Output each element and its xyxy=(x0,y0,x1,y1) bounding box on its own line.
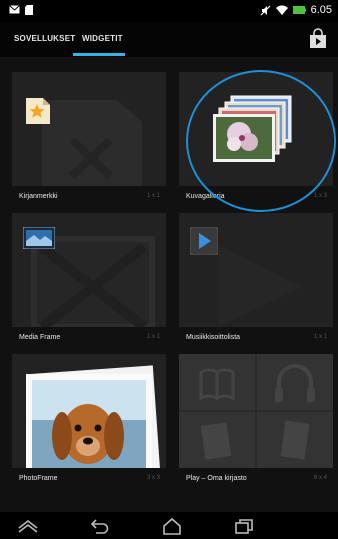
widget-preview xyxy=(179,354,333,468)
widget-preview xyxy=(12,72,166,186)
widget-label: Musiikkisoittolista xyxy=(186,334,241,341)
drawer-header: SOVELLUKSET WIDGETIT xyxy=(0,22,338,57)
widget-label: Kirjanmerkki xyxy=(19,193,58,200)
back-icon[interactable] xyxy=(88,516,112,536)
widget-size: 3 x 3 xyxy=(146,475,160,481)
highlight-circle xyxy=(186,70,336,212)
media-frame-icon xyxy=(23,227,55,249)
widget-photo-frame[interactable]: PhotoFrame 3 x 3 xyxy=(12,354,166,504)
widget-media-frame[interactable]: Media Frame 1 x 1 xyxy=(12,213,166,363)
widget-label: PhotoFrame xyxy=(19,475,58,482)
status-bar: 6.05 xyxy=(0,0,338,22)
bookmark-icon xyxy=(26,98,50,124)
tab-apps[interactable]: SOVELLUKSET xyxy=(14,34,75,43)
widget-size: 1 x 1 xyxy=(146,334,160,340)
widget-play-library[interactable]: Play – Oma kirjasto 6 x 4 xyxy=(179,354,333,504)
tab-selection-indicator xyxy=(73,53,125,56)
tab-widgets[interactable]: WIDGETIT xyxy=(82,34,123,43)
email-icon xyxy=(9,5,20,14)
wifi-icon xyxy=(275,5,288,15)
widget-size: 6 x 4 xyxy=(313,475,327,481)
sd-card-icon xyxy=(25,5,33,15)
play-library-icon xyxy=(179,354,333,468)
widget-size: 1 x 1 xyxy=(146,193,160,199)
widget-bookmark[interactable]: Kirjanmerkki 1 x 1 xyxy=(12,72,166,222)
home-icon[interactable] xyxy=(160,516,184,536)
widget-label: Media Frame xyxy=(19,334,61,341)
widget-preview xyxy=(12,354,166,468)
recent-apps-icon[interactable] xyxy=(232,516,256,536)
widget-music-playlist[interactable]: Musiikkisoittolista 1 x 1 xyxy=(179,213,333,363)
photo-frame-icon xyxy=(12,354,166,468)
clock: 6.05 xyxy=(310,4,332,16)
widget-size: 1 x 1 xyxy=(313,334,327,340)
widget-size: 1 x 3 xyxy=(313,193,327,199)
battery-icon xyxy=(292,6,306,14)
store-icon[interactable] xyxy=(307,28,329,50)
home-up-icon[interactable] xyxy=(16,516,40,536)
play-icon xyxy=(190,227,218,255)
mute-icon xyxy=(260,5,271,15)
widget-label: Play – Oma kirjasto xyxy=(186,475,247,482)
navigation-bar xyxy=(0,512,338,539)
widget-preview xyxy=(12,213,166,327)
widget-preview xyxy=(179,213,333,327)
